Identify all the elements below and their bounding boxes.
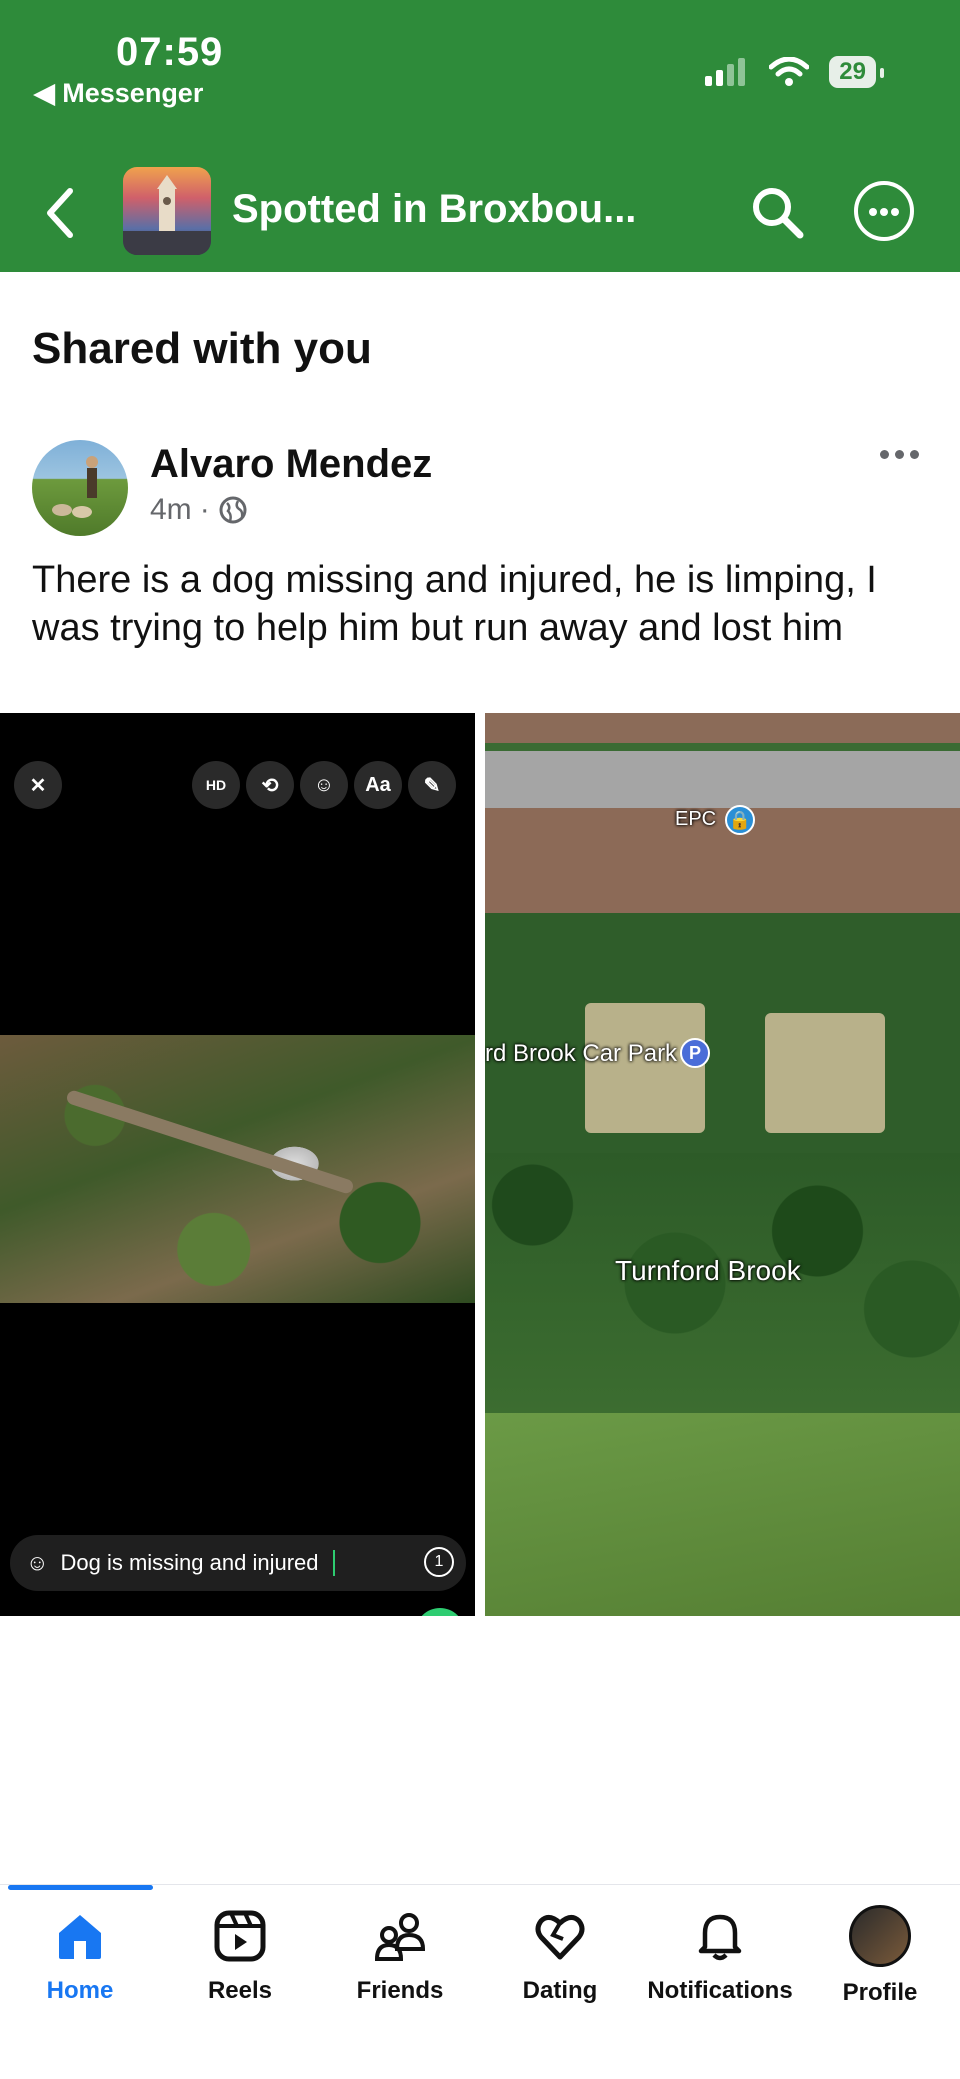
- tab-notifications[interactable]: Notifications: [640, 1909, 800, 2005]
- close-icon[interactable]: ✕: [14, 761, 62, 809]
- tab-dating[interactable]: Dating: [480, 1909, 640, 2005]
- status-time: 07:59: [116, 30, 224, 74]
- reels-icon: [213, 1909, 267, 1963]
- status-icons: 29: [705, 56, 884, 88]
- back-app-label: Messenger: [62, 78, 204, 108]
- author-name[interactable]: Alvaro Mendez: [150, 442, 432, 487]
- send-button-partial[interactable]: [415, 1608, 465, 1616]
- group-title[interactable]: Spotted in Broxbou...: [232, 187, 636, 232]
- hd-icon[interactable]: HD: [192, 761, 240, 809]
- section-title: Shared with you: [32, 324, 372, 373]
- dating-icon: [533, 1909, 587, 1963]
- post-text: There is a dog missing and injured, he i…: [32, 559, 877, 649]
- author-avatar[interactable]: [32, 440, 128, 536]
- group-thumbnail[interactable]: [123, 167, 211, 255]
- grass-field: [485, 1413, 960, 1616]
- back-to-messenger[interactable]: ◀ Messenger: [34, 78, 203, 109]
- profile-avatar: [849, 1905, 911, 1967]
- lock-pin-icon: 🔒: [725, 805, 755, 835]
- text-tool-icon[interactable]: Aa: [354, 761, 402, 809]
- active-tab-indicator: [8, 1885, 153, 1890]
- tab-label: Notifications: [647, 1977, 793, 2004]
- battery-indicator: 29: [829, 56, 884, 88]
- text-cursor: [332, 1550, 335, 1576]
- globe-icon: [219, 496, 247, 524]
- tab-reels[interactable]: Reels: [160, 1909, 320, 2005]
- search-icon[interactable]: [748, 183, 808, 243]
- wifi-icon: [769, 57, 810, 86]
- map-label-brook: Turnford Brook: [615, 1255, 801, 1286]
- group-nav: Spotted in Broxbou...: [0, 165, 960, 255]
- car-park-area: [585, 1003, 705, 1133]
- friends-icon: [373, 1909, 427, 1963]
- top-bar: 07:59 ◀ Messenger 29 Spotted in Broxbou.…: [0, 0, 960, 272]
- story-caption-field[interactable]: ☺ Dog is missing and injured 1: [10, 1535, 466, 1591]
- post-options-icon[interactable]: [880, 450, 919, 459]
- post-meta: 4m ·: [150, 493, 248, 527]
- post-image-map[interactable]: EPC 🔒 rd Brook Car Park P Turnford Brook: [485, 713, 960, 1616]
- caption-text: Dog is missing and injured: [60, 1550, 319, 1575]
- separator-dot: ·: [199, 493, 210, 526]
- tab-label: Home: [46, 1977, 114, 2004]
- tab-label: Friends: [356, 1977, 444, 2004]
- tab-label: Profile: [842, 1979, 918, 2006]
- post-time[interactable]: 4m: [150, 493, 192, 527]
- timer-value: 1: [434, 1553, 444, 1570]
- car-park-area: [765, 1013, 885, 1133]
- avatar-dogs-image: [52, 456, 98, 518]
- more-options-icon[interactable]: [854, 181, 914, 241]
- branch-shape: [65, 1088, 355, 1196]
- tab-label: Reels: [207, 1977, 273, 2004]
- story-toolbar: ✕ HD ⟲ ☺ Aa ✎: [14, 761, 456, 811]
- timer-icon[interactable]: 1: [424, 1547, 454, 1577]
- crop-icon[interactable]: ⟲: [246, 761, 294, 809]
- bottom-tab-bar: Home Reels Friends Dating Notifications …: [0, 1884, 960, 2079]
- dog-in-bushes-photo: [0, 1035, 475, 1303]
- tab-profile[interactable]: Profile: [800, 1905, 960, 2007]
- map-label-car-park: rd Brook Car Park: [485, 1040, 678, 1067]
- bell-icon: [693, 1909, 747, 1963]
- back-chevron-icon[interactable]: [40, 185, 80, 241]
- map-label-epc: EPC: [675, 808, 717, 830]
- signal-icon: [705, 58, 746, 86]
- home-icon: [53, 1909, 107, 1963]
- parking-pin-icon: P: [680, 1038, 710, 1068]
- tab-label: Dating: [522, 1977, 598, 2004]
- sticker-icon[interactable]: ☺: [300, 761, 348, 809]
- post-image-story[interactable]: ✕ HD ⟲ ☺ Aa ✎ ☺ Dog is missing and injur…: [0, 713, 475, 1616]
- emoji-icon[interactable]: ☺: [26, 1550, 48, 1576]
- tab-friends[interactable]: Friends: [320, 1909, 480, 2005]
- draw-icon[interactable]: ✎: [408, 761, 456, 809]
- tab-home[interactable]: Home: [0, 1909, 160, 2005]
- clock-tower-image: [123, 175, 211, 255]
